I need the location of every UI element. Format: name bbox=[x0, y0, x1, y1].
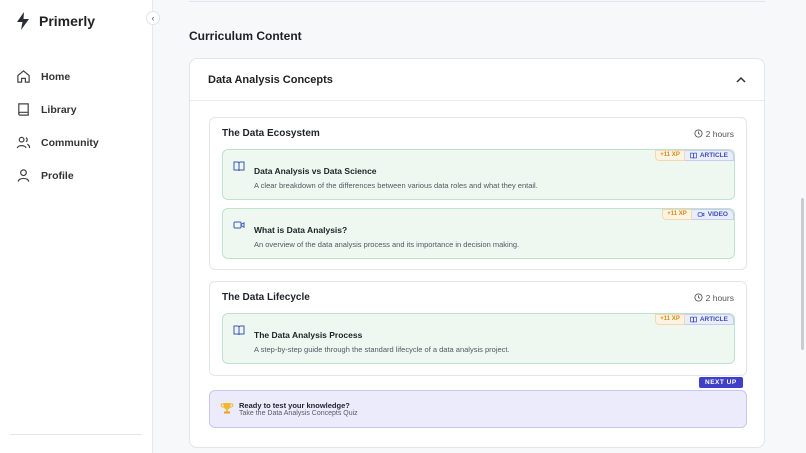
user-icon bbox=[17, 169, 30, 182]
sidebar-item-library[interactable]: Library bbox=[16, 93, 99, 126]
xp-badge: +11 XP bbox=[662, 209, 692, 220]
module-header: The Data Lifecycle 2 hours bbox=[222, 292, 734, 303]
page-scrollbar[interactable] bbox=[801, 198, 804, 350]
book-open-icon bbox=[233, 161, 245, 172]
type-badge: ARTICLE bbox=[684, 150, 734, 161]
module-duration: 2 hours bbox=[694, 293, 734, 303]
lesson-description: A step-by-step guide through the standar… bbox=[254, 345, 510, 354]
sidebar-item-home[interactable]: Home bbox=[16, 60, 99, 93]
duration-text: 2 hours bbox=[705, 292, 734, 303]
lesson-description: A clear breakdown of the differences bet… bbox=[254, 181, 538, 190]
lesson-card[interactable]: What is Data Analysis? An overview of th… bbox=[222, 208, 735, 259]
section-title: Curriculum Content bbox=[189, 29, 302, 43]
next-up-badge: NEXT UP bbox=[699, 377, 743, 388]
brand[interactable]: Primerly bbox=[15, 12, 95, 30]
accordion-header[interactable]: Data Analysis Concepts bbox=[190, 59, 764, 101]
sidebar: Primerly Home Library Community Profile bbox=[0, 0, 153, 453]
type-label: ARTICLE bbox=[699, 152, 728, 159]
chevron-up-icon[interactable] bbox=[736, 76, 746, 83]
module-title: The Data Lifecycle bbox=[222, 292, 310, 303]
sidebar-item-label: Community bbox=[41, 136, 99, 149]
quiz-subtitle: Take the Data Analysis Concepts Quiz bbox=[239, 410, 358, 417]
lesson-title: The Data Analysis Process bbox=[254, 330, 363, 340]
book-open-icon bbox=[233, 325, 245, 336]
type-badge: ARTICLE bbox=[684, 314, 734, 325]
bolt-icon bbox=[17, 12, 29, 30]
sidebar-nav: Home Library Community Profile bbox=[16, 60, 99, 192]
clock-icon bbox=[694, 129, 703, 138]
sidebar-item-community[interactable]: Community bbox=[16, 126, 99, 159]
sidebar-item-profile[interactable]: Profile bbox=[16, 159, 99, 192]
sidebar-divider bbox=[10, 434, 142, 435]
lesson-tags: +11 XP ARTICLE bbox=[655, 314, 734, 325]
lesson-tags: +11 XP ARTICLE bbox=[655, 150, 734, 161]
sidebar-item-label: Profile bbox=[41, 169, 74, 182]
lesson-title: Data Analysis vs Data Science bbox=[254, 166, 377, 176]
lesson-card[interactable]: The Data Analysis Process A step-by-step… bbox=[222, 313, 735, 364]
chevron-left-icon: ‹ bbox=[151, 13, 155, 23]
home-icon bbox=[17, 70, 30, 83]
accordion-title: Data Analysis Concepts bbox=[208, 73, 333, 86]
lesson-title: What is Data Analysis? bbox=[254, 225, 348, 235]
type-label: ARTICLE bbox=[699, 316, 728, 323]
quiz-title: Ready to test your knowledge? bbox=[239, 401, 350, 410]
clock-icon bbox=[694, 293, 703, 302]
quiz-card[interactable]: Ready to test your knowledge? Take the D… bbox=[209, 390, 747, 428]
lesson-description: An overview of the data analysis process… bbox=[254, 240, 520, 249]
book-open-icon bbox=[690, 316, 697, 323]
lesson-card[interactable]: Data Analysis vs Data Science A clear br… bbox=[222, 149, 735, 200]
book-icon bbox=[18, 103, 29, 116]
type-label: VIDEO bbox=[707, 211, 728, 218]
video-icon bbox=[233, 221, 245, 229]
curriculum-accordion: Data Analysis Concepts The Data Ecosyste… bbox=[189, 58, 765, 448]
module-title: The Data Ecosystem bbox=[222, 128, 320, 139]
module-card: The Data Ecosystem 2 hours Data Analysis… bbox=[209, 117, 747, 270]
sidebar-item-label: Library bbox=[41, 103, 77, 116]
module-header: The Data Ecosystem 2 hours bbox=[222, 128, 734, 139]
video-icon bbox=[697, 212, 705, 217]
app-name: Primerly bbox=[39, 13, 96, 29]
previous-card-edge bbox=[189, 0, 766, 2]
sidebar-item-label: Home bbox=[41, 70, 71, 83]
duration-text: 2 hours bbox=[705, 128, 734, 139]
trophy-icon bbox=[220, 403, 234, 414]
collapse-sidebar-button[interactable]: ‹ bbox=[146, 11, 160, 25]
users-icon bbox=[16, 136, 31, 149]
type-badge: VIDEO bbox=[691, 209, 734, 220]
lesson-tags: +11 XP VIDEO bbox=[662, 209, 734, 220]
module-duration: 2 hours bbox=[694, 129, 734, 139]
xp-badge: +11 XP bbox=[655, 314, 685, 325]
book-open-icon bbox=[690, 152, 697, 159]
module-card: The Data Lifecycle 2 hours The Data Anal… bbox=[209, 281, 747, 376]
xp-badge: +11 XP bbox=[655, 150, 685, 161]
